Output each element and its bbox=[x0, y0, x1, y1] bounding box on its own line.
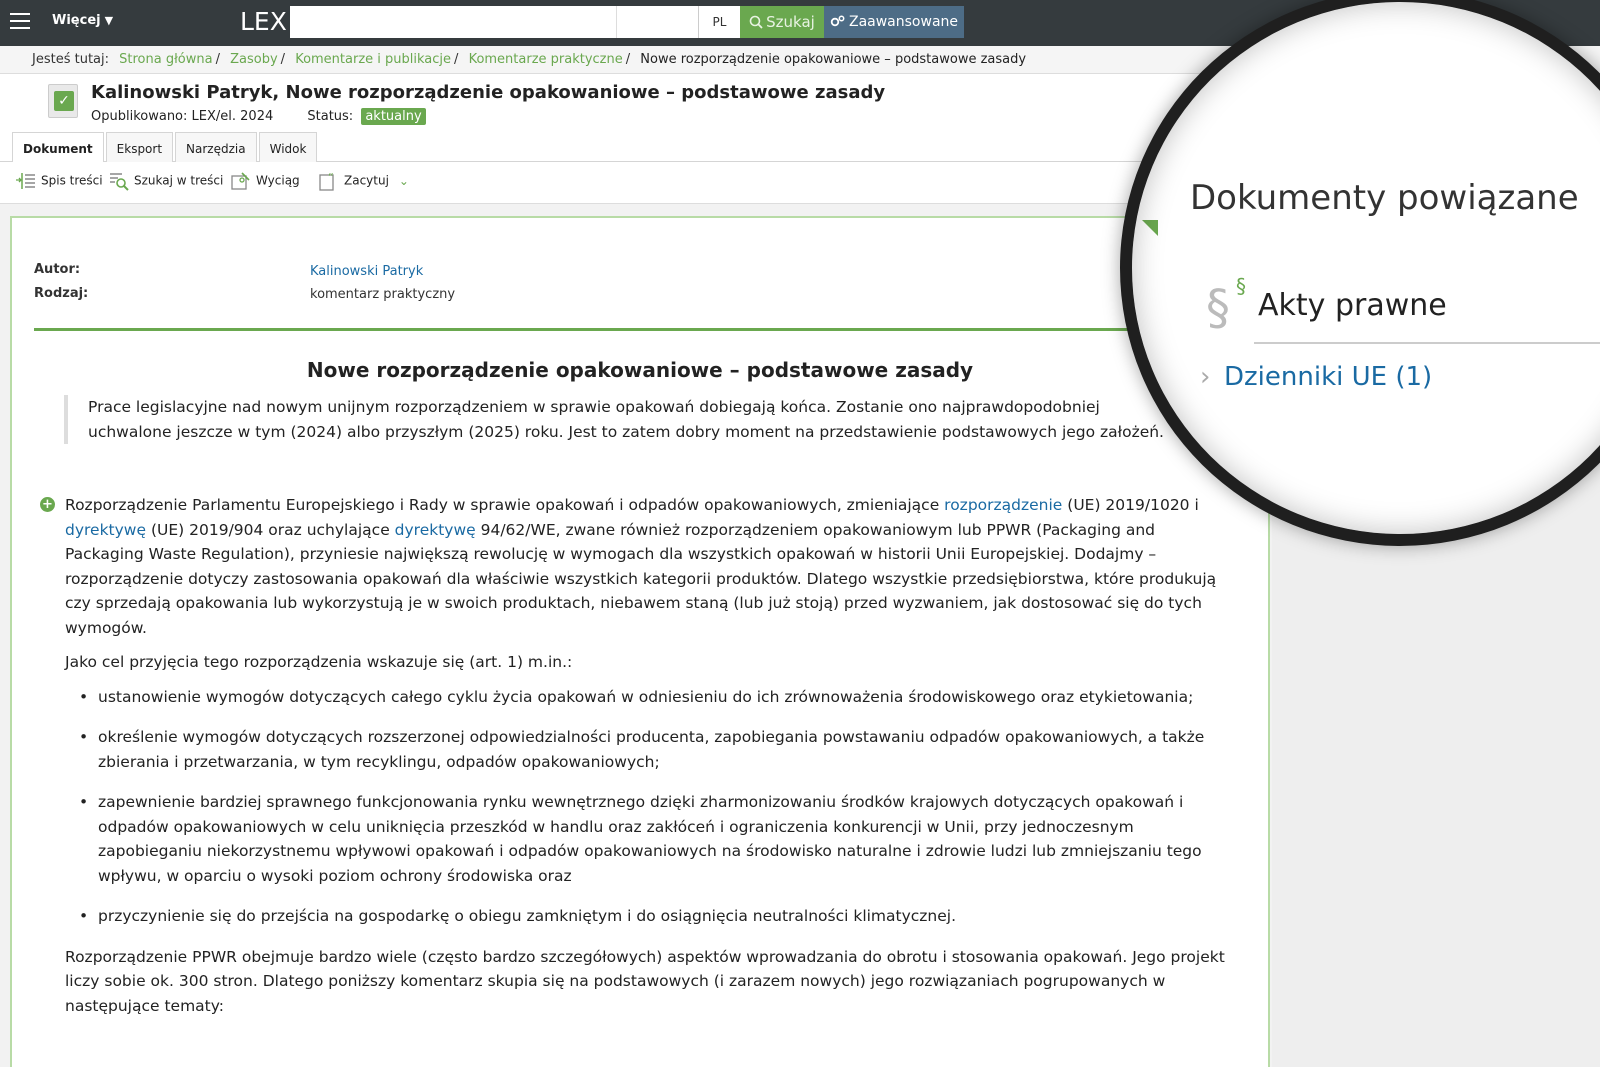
published-value: LEX/el. 2024 bbox=[191, 109, 274, 124]
goals-list: ustanowienie wymogów dotyczących całego … bbox=[65, 685, 1233, 929]
toc-label: Spis treści bbox=[41, 173, 103, 188]
logo[interactable]: LEX bbox=[240, 7, 287, 36]
regulation-link[interactable]: rozporządzenie bbox=[944, 496, 1062, 514]
tab-document[interactable]: Dokument bbox=[12, 132, 104, 163]
extract-icon bbox=[231, 172, 250, 190]
divider bbox=[34, 328, 1260, 331]
directive-link[interactable]: dyrektywę bbox=[65, 521, 146, 539]
extract-label: Wyciąg bbox=[256, 173, 300, 188]
chevron-down-icon: ▼ bbox=[104, 14, 114, 27]
breadcrumb-label: Jesteś tutaj: bbox=[32, 52, 109, 67]
find-in-text-icon bbox=[110, 173, 129, 191]
checkmark-icon: ✓ bbox=[54, 91, 74, 111]
paragraph: Rozporządzenie Parlamentu Europejskiego … bbox=[65, 496, 1217, 637]
document-status-icon: ✓ bbox=[48, 84, 78, 118]
page-title: Kalinowski Patryk, Nowe rozporządzenie o… bbox=[91, 82, 886, 103]
paragraph: Rozporządzenie PPWR obejmuje bardzo wiel… bbox=[65, 947, 1225, 1015]
more-label: Więcej bbox=[52, 13, 101, 28]
expand-plus-icon[interactable]: + bbox=[40, 497, 55, 512]
breadcrumb-item-resources[interactable]: Zasoby bbox=[230, 52, 278, 67]
tab-view[interactable]: Widok bbox=[258, 132, 318, 162]
advanced-search-button[interactable]: Zaawansowane bbox=[824, 6, 964, 38]
more-menu[interactable]: Więcej ▼ bbox=[52, 13, 113, 28]
article-title: Nowe rozporządzenie opakowaniowe – podst… bbox=[306, 358, 974, 382]
breadcrumb-item-commentaries[interactable]: Komentarze i publikacje bbox=[295, 52, 451, 67]
find-in-text-button[interactable]: Szukaj w treści bbox=[109, 171, 223, 191]
list-item: przyczynienie się do przejścia na gospod… bbox=[65, 904, 1233, 929]
menu-icon[interactable] bbox=[10, 13, 30, 29]
list-item: zapewnienie bardziej sprawnego funkcjono… bbox=[65, 790, 1233, 888]
list-item: określenie wymogów dotyczących rozszerzo… bbox=[65, 725, 1233, 774]
author-label: Autor: bbox=[34, 262, 81, 277]
search-input[interactable] bbox=[290, 6, 616, 38]
table-of-contents-icon bbox=[16, 173, 35, 189]
breadcrumb-item-home[interactable]: Strona główna bbox=[119, 52, 212, 67]
published-label: Opublikowano: bbox=[91, 109, 188, 124]
tab-tools[interactable]: Narzędzia bbox=[175, 132, 257, 162]
article-body: Rozporządzenie Parlamentu Europejskiego … bbox=[65, 493, 1233, 1028]
search-button[interactable]: Szukaj bbox=[740, 6, 824, 38]
status-label: Status: bbox=[307, 109, 354, 124]
svg-text:“: “ bbox=[328, 171, 334, 184]
cite-button[interactable]: “ Zacytuj ⌄ bbox=[319, 171, 409, 191]
chevron-down-icon[interactable]: ⌄ bbox=[399, 174, 409, 188]
breadcrumb-current: Nowe rozporządzenie opakowaniowe – podst… bbox=[640, 52, 1027, 67]
author-link[interactable]: Kalinowski Patryk bbox=[310, 264, 423, 279]
document-meta: Opublikowano: LEX/el. 2024 Status: aktua… bbox=[91, 108, 426, 125]
directive-link[interactable]: dyrektywę bbox=[395, 521, 476, 539]
cite-label: Zacytuj bbox=[344, 173, 389, 188]
list-item: ustanowienie wymogów dotyczących całego … bbox=[65, 685, 1233, 710]
search-button-label: Szukaj bbox=[766, 13, 815, 31]
extract-button[interactable]: Wyciąg bbox=[231, 171, 300, 191]
type-value: komentarz praktyczny bbox=[310, 287, 456, 302]
find-label: Szukaj w treści bbox=[134, 173, 224, 188]
language-selector[interactable]: PL bbox=[698, 6, 740, 38]
type-label: Rodzaj: bbox=[34, 286, 89, 301]
document-content: Autor: Kalinowski Patryk Rodzaj: komenta… bbox=[10, 216, 1270, 1067]
breadcrumb-item-practical[interactable]: Komentarze praktyczne bbox=[469, 52, 623, 67]
article-lead: Prace legislacyjne nad nowym unijnym roz… bbox=[64, 395, 1186, 444]
tab-export[interactable]: Eksport bbox=[105, 132, 174, 162]
status-badge: aktualny bbox=[361, 108, 426, 125]
paragraph: Jako cel przyjęcia tego rozporządzenia w… bbox=[65, 653, 573, 671]
toc-button[interactable]: Spis treści bbox=[16, 171, 103, 191]
search-icon bbox=[749, 15, 763, 29]
gears-icon bbox=[830, 15, 845, 27]
search-scope-field[interactable] bbox=[616, 6, 698, 38]
quote-icon: “ bbox=[319, 171, 334, 191]
advanced-button-label: Zaawansowane bbox=[848, 14, 959, 30]
